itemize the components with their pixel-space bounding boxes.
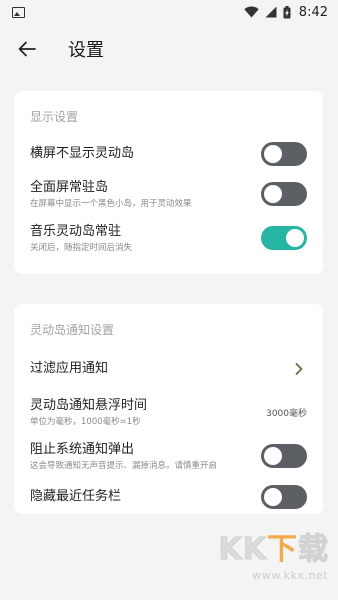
arrow-left-icon [18, 41, 36, 57]
display-settings-card: 显示设置 横屏不显示灵动岛 全面屏常驻岛 在屏幕中显示一个黑色小岛，用于灵动效果… [14, 91, 323, 274]
setting-subtitle: 在屏幕中显示一个黑色小岛，用于灵动效果 [30, 198, 192, 209]
watermark-logo: K K 下 载 [218, 532, 329, 567]
setting-row-float-time[interactable]: 灵动岛通知悬浮时间 单位为毫秒，1000毫秒=1秒 3000毫秒 [14, 390, 323, 434]
page-title: 设置 [68, 40, 104, 61]
setting-subtitle: 这会导致通知无声音提示、漏掉消息。请慎重开启 [30, 460, 218, 471]
notification-settings-card: 灵动岛通知设置 过滤应用通知 灵动岛通知悬浮时间 单位为毫秒，1000毫秒=1秒… [14, 304, 323, 514]
wifi-icon [244, 6, 259, 18]
toggle-knob [286, 229, 304, 247]
setting-title: 隐藏最近任务栏 [30, 489, 122, 504]
back-button[interactable] [16, 38, 38, 60]
setting-row-filter-apps[interactable]: 过滤应用通知 [14, 348, 323, 390]
setting-row-fullscreen-island[interactable]: 全面屏常驻岛 在屏幕中显示一个黑色小岛，用于灵动效果 [14, 172, 323, 216]
setting-title: 全面屏常驻岛 [30, 179, 109, 195]
toggle-knob [264, 185, 282, 203]
status-bar: 8:42 [0, 0, 338, 24]
toggle-block-system[interactable] [261, 444, 307, 468]
setting-subtitle: 单位为毫秒，1000毫秒=1秒 [30, 416, 141, 427]
watermark-char: K [218, 532, 242, 567]
setting-row-hide-recents[interactable]: 隐藏最近任务栏 [14, 478, 323, 516]
setting-title: 过滤应用通知 [30, 361, 109, 376]
chevron-right-icon [291, 361, 307, 377]
watermark-char: K [242, 532, 266, 567]
setting-title: 阻止系统通知弹出 [30, 441, 135, 457]
setting-title: 音乐灵动岛常驻 [30, 223, 122, 239]
setting-title: 灵动岛通知悬浮时间 [30, 397, 148, 413]
setting-row-landscape-hide[interactable]: 横屏不显示灵动岛 [14, 135, 323, 172]
watermark: K K 下 载 www.kkx.net [218, 532, 329, 582]
toggle-hide-recents[interactable] [261, 485, 307, 509]
watermark-char: 载 [298, 532, 329, 567]
toggle-knob [264, 488, 282, 506]
section-title-notify: 灵动岛通知设置 [30, 323, 115, 337]
app-bar: 设置 [0, 24, 338, 74]
toggle-knob [264, 144, 282, 163]
float-time-value: 3000毫秒 [266, 408, 307, 419]
image-icon [12, 6, 25, 18]
setting-row-music-island[interactable]: 音乐灵动岛常驻 关闭后，随指定时间后消失 [14, 216, 323, 260]
status-time: 8:42 [298, 4, 328, 20]
toggle-fullscreen-island[interactable] [261, 182, 307, 206]
watermark-url: www.kkx.net [252, 569, 328, 582]
section-title-display: 显示设置 [30, 110, 79, 124]
setting-row-block-system[interactable]: 阻止系统通知弹出 这会导致通知无声音提示、漏掉消息。请慎重开启 [14, 434, 323, 478]
toggle-knob [264, 447, 282, 465]
watermark-char: 下 [267, 532, 297, 567]
setting-title: 横屏不显示灵动岛 [30, 145, 135, 161]
battery-charging-icon [283, 5, 291, 18]
setting-subtitle: 关闭后，随指定时间后消失 [30, 242, 133, 253]
signal-icon [265, 6, 277, 18]
toggle-music-island[interactable] [261, 226, 307, 250]
toggle-landscape-hide[interactable] [261, 141, 307, 166]
